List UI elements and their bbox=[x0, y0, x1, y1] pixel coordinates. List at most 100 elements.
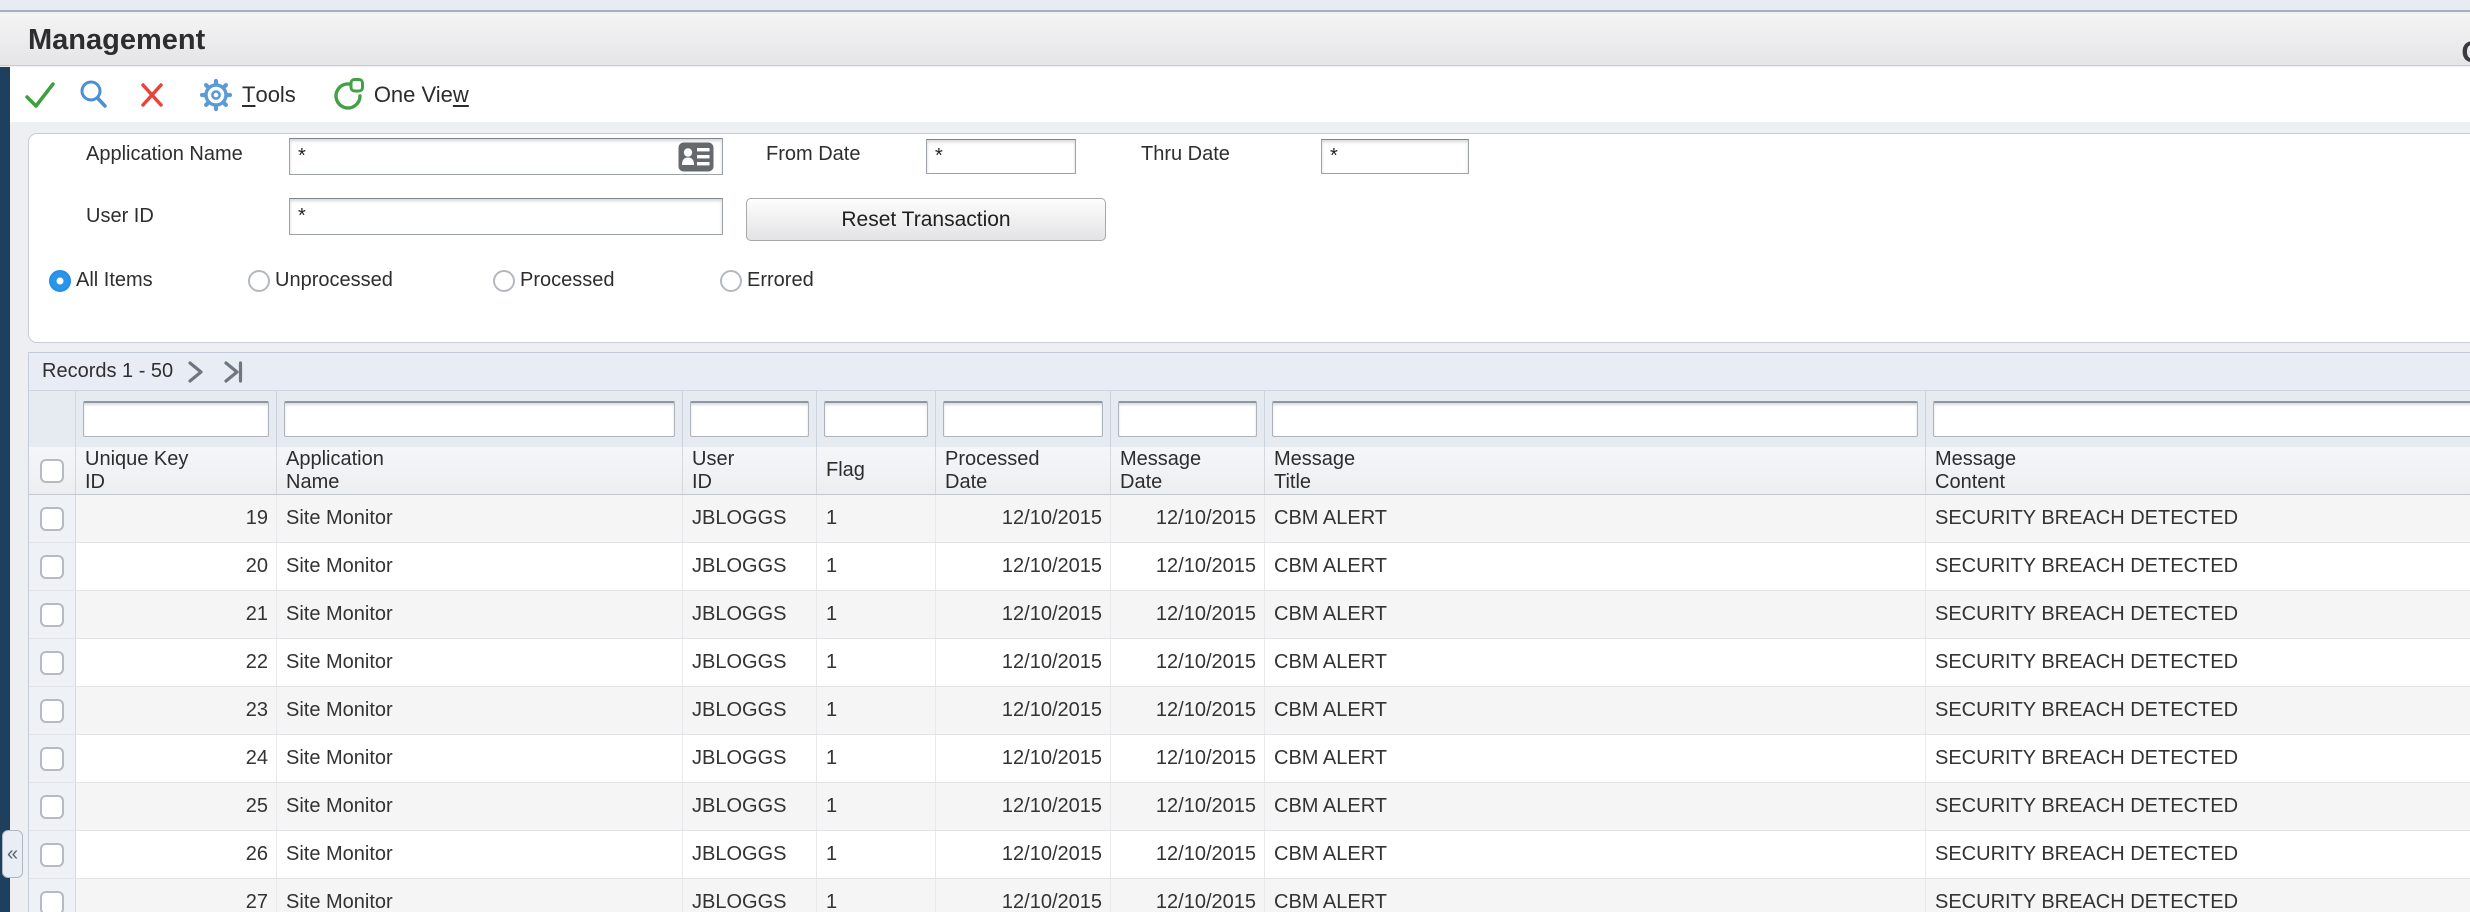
cell-application_name: Site Monitor bbox=[277, 687, 683, 734]
results-grid-panel: Records 1 - 50 Unique KeyIDApplicationNa… bbox=[28, 352, 2470, 912]
column-header-message_title[interactable]: MessageTitle bbox=[1265, 447, 1926, 494]
radio-errored-circle[interactable] bbox=[720, 270, 742, 292]
cell-unique_key_id: 24 bbox=[76, 735, 277, 782]
table-row: 26Site MonitorJBLOGGS112/10/201512/10/20… bbox=[29, 831, 2470, 879]
toolbar: Tools One View bbox=[10, 67, 2470, 122]
cell-user_id: JBLOGGS bbox=[683, 687, 817, 734]
cell-user_id: JBLOGGS bbox=[683, 879, 817, 912]
table-row: 27Site MonitorJBLOGGS112/10/201512/10/20… bbox=[29, 879, 2470, 912]
application-name-input[interactable]: * bbox=[289, 138, 723, 175]
one-view-pie-icon[interactable] bbox=[330, 77, 366, 113]
table-row: 23Site MonitorJBLOGGS112/10/201512/10/20… bbox=[29, 687, 2470, 735]
cell-message_title: CBM ALERT bbox=[1265, 543, 1926, 590]
row-checkbox[interactable] bbox=[40, 891, 64, 912]
cell-processed_date: 12/10/2015 bbox=[936, 735, 1111, 782]
cell-message_content: SECURITY BREACH DETECTED bbox=[1926, 639, 2470, 686]
column-header-flag[interactable]: Flag bbox=[817, 447, 936, 494]
cell-application_name: Site Monitor bbox=[277, 783, 683, 830]
cell-user_id: JBLOGGS bbox=[683, 495, 817, 542]
window-top-strip bbox=[0, 0, 2470, 12]
search-icon[interactable] bbox=[76, 77, 112, 113]
filter-input-user_id[interactable] bbox=[690, 401, 809, 437]
row-checkbox[interactable] bbox=[40, 555, 64, 579]
collapse-panel-handle[interactable]: « bbox=[2, 830, 23, 878]
visual-assist-icon[interactable] bbox=[678, 142, 714, 172]
row-checkbox[interactable] bbox=[40, 795, 64, 819]
row-gutter-cell bbox=[29, 543, 76, 590]
filter-input-application_name[interactable] bbox=[284, 401, 675, 437]
next-page-icon[interactable] bbox=[181, 357, 211, 387]
column-header-application_name[interactable]: ApplicationName bbox=[277, 447, 683, 494]
row-checkbox[interactable] bbox=[40, 747, 64, 771]
column-header-message_date[interactable]: MessageDate bbox=[1111, 447, 1265, 494]
radio-processed-circle[interactable] bbox=[493, 270, 515, 292]
one-view-button[interactable]: One View bbox=[374, 82, 469, 108]
reset-transaction-button[interactable]: Reset Transaction bbox=[746, 198, 1106, 241]
thru-date-label: Thru Date bbox=[1141, 143, 1230, 166]
tools-gear-icon[interactable] bbox=[198, 77, 234, 113]
cell-unique_key_id: 21 bbox=[76, 591, 277, 638]
column-header-user_id[interactable]: UserID bbox=[683, 447, 817, 494]
row-gutter-cell bbox=[29, 783, 76, 830]
row-checkbox[interactable] bbox=[40, 843, 64, 867]
column-header-unique_key_id[interactable]: Unique KeyID bbox=[76, 447, 277, 494]
cell-message_date: 12/10/2015 bbox=[1111, 735, 1265, 782]
radio-all-items[interactable]: All Items bbox=[49, 269, 153, 292]
tools-button[interactable]: Tools bbox=[242, 82, 296, 108]
cell-user_id: JBLOGGS bbox=[683, 735, 817, 782]
filter-form-panel: Application Name * From Date * bbox=[28, 133, 2470, 343]
ok-check-icon[interactable] bbox=[22, 77, 58, 113]
from-date-input[interactable]: * bbox=[926, 139, 1076, 174]
row-checkbox[interactable] bbox=[40, 507, 64, 531]
cell-application_name: Site Monitor bbox=[277, 735, 683, 782]
cell-processed_date: 12/10/2015 bbox=[936, 495, 1111, 542]
row-checkbox[interactable] bbox=[40, 699, 64, 723]
filter-input-message_date[interactable] bbox=[1118, 401, 1257, 437]
radio-all-items-circle[interactable] bbox=[49, 270, 71, 292]
cell-application_name: Site Monitor bbox=[277, 879, 683, 912]
cell-processed_date: 12/10/2015 bbox=[936, 591, 1111, 638]
from-date-label: From Date bbox=[766, 143, 860, 166]
filter-input-message_content[interactable] bbox=[1933, 401, 2470, 437]
radio-processed[interactable]: Processed bbox=[493, 269, 615, 292]
radio-unprocessed-circle[interactable] bbox=[248, 270, 270, 292]
cancel-x-icon[interactable] bbox=[134, 77, 170, 113]
filter-input-unique_key_id[interactable] bbox=[83, 401, 269, 437]
filter-input-processed_date[interactable] bbox=[943, 401, 1103, 437]
cell-flag: 1 bbox=[817, 735, 936, 782]
cell-processed_date: 12/10/2015 bbox=[936, 543, 1111, 590]
last-page-icon[interactable] bbox=[219, 357, 249, 387]
cell-flag: 1 bbox=[817, 783, 936, 830]
cell-application_name: Site Monitor bbox=[277, 495, 683, 542]
filter-cell-processed_date bbox=[936, 391, 1111, 447]
table-row: 24Site MonitorJBLOGGS112/10/201512/10/20… bbox=[29, 735, 2470, 783]
cell-message_date: 12/10/2015 bbox=[1111, 687, 1265, 734]
radio-errored[interactable]: Errored bbox=[720, 269, 814, 292]
cell-processed_date: 12/10/2015 bbox=[936, 831, 1111, 878]
header-gutter-cell bbox=[29, 447, 76, 494]
filter-input-flag[interactable] bbox=[824, 401, 928, 437]
grid-body: 19Site MonitorJBLOGGS112/10/201512/10/20… bbox=[29, 495, 2470, 912]
cell-unique_key_id: 23 bbox=[76, 687, 277, 734]
radio-unprocessed[interactable]: Unprocessed bbox=[248, 269, 393, 292]
cell-message_date: 12/10/2015 bbox=[1111, 543, 1265, 590]
filter-input-message_title[interactable] bbox=[1272, 401, 1918, 437]
cell-unique_key_id: 20 bbox=[76, 543, 277, 590]
cell-unique_key_id: 19 bbox=[76, 495, 277, 542]
select-all-checkbox[interactable] bbox=[40, 459, 64, 483]
cell-message_title: CBM ALERT bbox=[1265, 687, 1926, 734]
user-id-input[interactable]: * bbox=[289, 198, 723, 235]
grid-filter-row bbox=[29, 391, 2470, 447]
table-row: 21Site MonitorJBLOGGS112/10/201512/10/20… bbox=[29, 591, 2470, 639]
clipped-right-glyph: C bbox=[2461, 36, 2470, 70]
cell-application_name: Site Monitor bbox=[277, 639, 683, 686]
thru-date-input[interactable]: * bbox=[1321, 139, 1469, 174]
cell-application_name: Site Monitor bbox=[277, 543, 683, 590]
cell-message_title: CBM ALERT bbox=[1265, 495, 1926, 542]
cell-message_date: 12/10/2015 bbox=[1111, 831, 1265, 878]
column-header-message_content[interactable]: MessageContent bbox=[1926, 447, 2470, 494]
row-gutter-cell bbox=[29, 879, 76, 912]
row-checkbox[interactable] bbox=[40, 651, 64, 675]
column-header-processed_date[interactable]: ProcessedDate bbox=[936, 447, 1111, 494]
row-checkbox[interactable] bbox=[40, 603, 64, 627]
